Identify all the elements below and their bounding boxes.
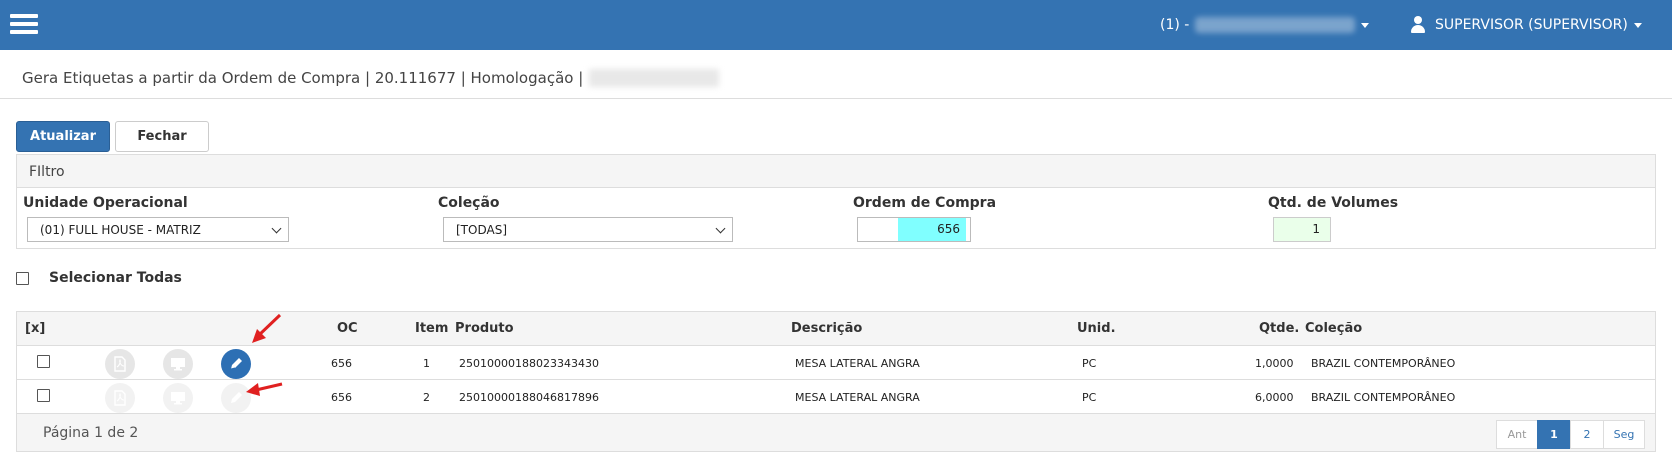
annotation-arrow-icon [246, 382, 283, 396]
row-checkbox[interactable] [37, 355, 50, 368]
cell-oc: 656 [331, 391, 352, 404]
page-2[interactable]: 2 [1570, 420, 1604, 449]
unit-label: Unidade Operacional [23, 195, 188, 211]
volumes-label: Qtd. de Volumes [1268, 195, 1399, 211]
page-next[interactable]: Seg [1603, 420, 1645, 449]
cell-descricao: MESA LATERAL ANGRA [795, 391, 920, 404]
cell-colecao: BRAZIL CONTEMPORÂNEO [1311, 391, 1456, 404]
col-unid: Unid. [1077, 321, 1116, 336]
select-all: Selecionar Todas [16, 270, 182, 286]
annotation-arrow-icon [252, 313, 282, 343]
caret-down-icon [1633, 22, 1642, 28]
page-1[interactable]: 1 [1537, 420, 1571, 449]
row-checkbox[interactable] [37, 389, 50, 402]
monitor-icon [163, 383, 193, 413]
select-all-label: Selecionar Todas [49, 270, 182, 286]
unit-select-value: (01) FULL HOUSE - MATRIZ [40, 222, 201, 237]
cell-descricao: MESA LATERAL ANGRA [795, 357, 920, 370]
select-all-checkbox[interactable] [16, 271, 29, 285]
cell-oc: 656 [331, 357, 352, 370]
caret-down-icon [1361, 22, 1370, 28]
chevron-down-icon [271, 223, 282, 234]
pdf-icon[interactable] [105, 349, 135, 379]
cell-item: 2 [423, 391, 430, 404]
col-item: Item [415, 321, 449, 336]
filter-panel: FIltro Unidade Operacional (01) FULL HOU… [16, 154, 1656, 249]
collection-select[interactable]: [TODAS] [443, 217, 733, 242]
cell-produto: 25010000188046817896 [459, 391, 599, 404]
cell-qtde: 1,0000 [1255, 357, 1294, 370]
user-label: SUPERVISOR (SUPERVISOR) [1435, 17, 1628, 33]
edit-icon[interactable] [221, 349, 251, 379]
redacted-environment [589, 69, 720, 87]
col-colecao: Coleção [1305, 321, 1363, 336]
order-label: Ordem de Compra [853, 195, 997, 211]
unit-prefix: (1) - [1160, 17, 1190, 33]
monitor-icon[interactable] [163, 349, 193, 379]
cell-item: 1 [423, 357, 430, 370]
col-qtde: Qtde. [1259, 321, 1300, 336]
cell-produto: 25010000188023343430 [459, 357, 599, 370]
pagination: Ant 1 2 Seg [1496, 420, 1645, 449]
menu-icon[interactable] [10, 14, 38, 36]
order-input[interactable]: 656 [857, 217, 971, 242]
col-descricao: Descrição [791, 321, 863, 336]
chevron-down-icon [715, 223, 726, 234]
unit-selector[interactable]: (1) - [1160, 16, 1370, 34]
redacted-unit-name [1195, 17, 1356, 33]
collection-label: Coleção [438, 195, 500, 211]
collection-select-value: [TODAS] [456, 222, 507, 237]
order-input-value: 656 [898, 218, 966, 241]
update-button[interactable]: Atualizar [16, 121, 110, 152]
cell-unid: PC [1082, 357, 1097, 370]
unit-select[interactable]: (01) FULL HOUSE - MATRIZ [27, 217, 289, 242]
col-produto: Produto [455, 321, 514, 336]
cell-unid: PC [1082, 391, 1097, 404]
table-row: 656 1 25010000188023343430 MESA LATERAL … [17, 346, 1655, 380]
pdf-icon [105, 383, 135, 413]
user-menu[interactable]: SUPERVISOR (SUPERVISOR) [1410, 14, 1642, 36]
cell-qtde: 6,0000 [1255, 391, 1294, 404]
title-bar: Gera Etiquetas a partir da Ordem de Comp… [0, 50, 1672, 99]
page-prev[interactable]: Ant [1496, 420, 1538, 449]
close-button[interactable]: Fechar [115, 121, 209, 152]
page-title: Gera Etiquetas a partir da Ordem de Comp… [22, 69, 720, 87]
table-footer: Página 1 de 2 Ant 1 2 Seg [17, 414, 1655, 451]
volumes-input[interactable]: 1 [1273, 217, 1331, 242]
top-navbar: (1) - SUPERVISOR (SUPERVISOR) [0, 0, 1672, 50]
page-info: Página 1 de 2 [43, 425, 139, 441]
col-select[interactable]: [x] [25, 321, 45, 336]
user-icon [1410, 16, 1426, 34]
filter-heading: FIltro [17, 155, 1655, 188]
cell-colecao: BRAZIL CONTEMPORÂNEO [1311, 357, 1456, 370]
page-title-text: Gera Etiquetas a partir da Ordem de Comp… [22, 69, 584, 87]
col-oc: OC [337, 321, 358, 336]
